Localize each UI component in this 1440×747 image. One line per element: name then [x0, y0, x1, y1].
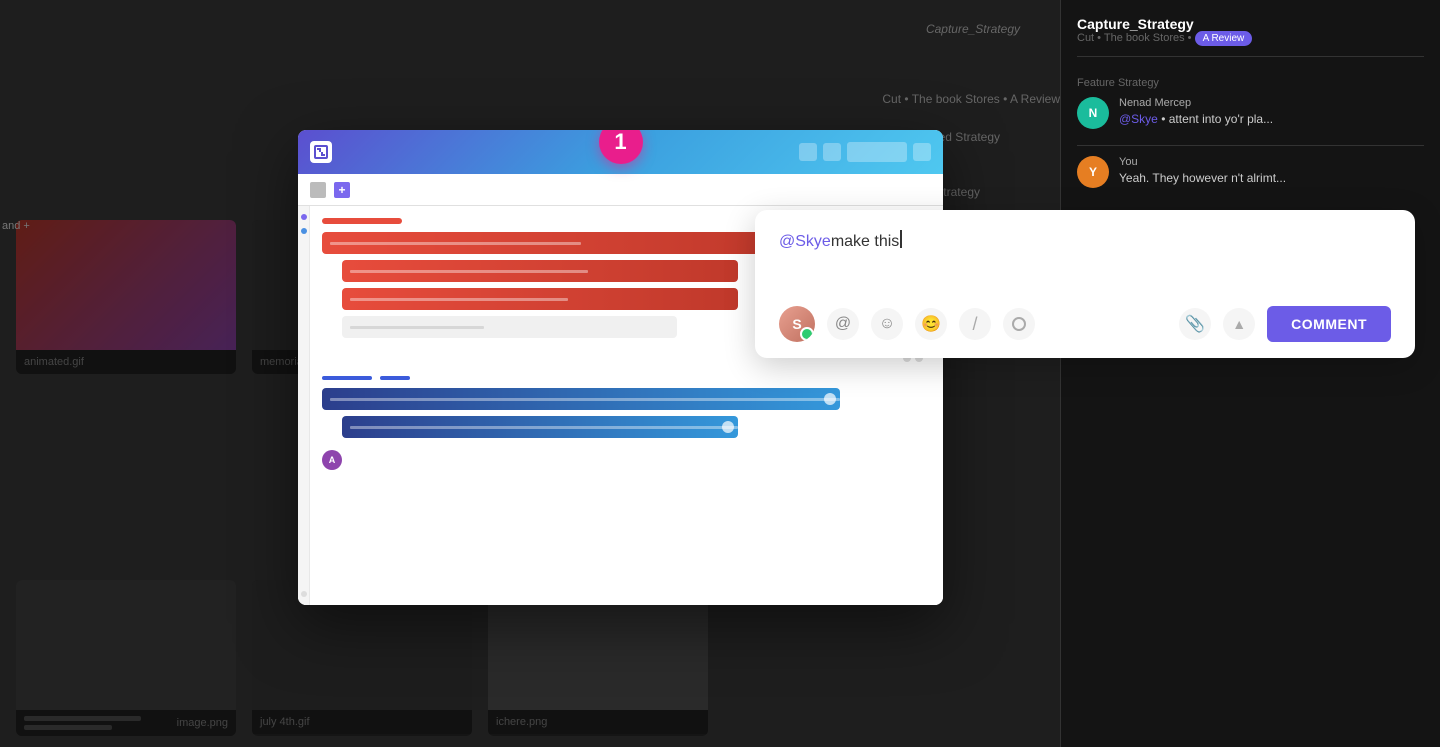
emoji-face-icon: 😊 — [921, 314, 941, 334]
purple-avatar-dot — [301, 214, 307, 220]
record-icon — [1012, 317, 1026, 331]
comment-input-display: @Skye make this — [779, 230, 1391, 290]
blue-header-line-2 — [380, 376, 410, 380]
comment-text-2: Yeah. They however n't alrimt... — [1119, 170, 1424, 187]
task-row-red-2 — [342, 260, 738, 282]
sidebar-section-label: Feature Strategy — [1077, 77, 1424, 89]
avatar-face: S — [779, 306, 815, 342]
task-row-blue-2 — [342, 416, 738, 438]
at-icon: @ — [835, 315, 851, 333]
bg-file-card: animated.gif — [16, 220, 236, 374]
grid-view-icon — [310, 182, 326, 198]
bg-file-card-3: image.png — [16, 580, 236, 736]
mention-text: @Skye — [779, 230, 831, 254]
reaction-button[interactable]: ☺ — [871, 308, 903, 340]
sidebar-header: Capture_Strategy Cut • The book Stores •… — [1077, 16, 1424, 57]
comment-entry-2: Y You Yeah. They however n't alrimt... — [1077, 156, 1424, 188]
attachment-icon: 📎 — [1185, 314, 1205, 334]
comment-toolbar[interactable]: S @ ☺ 😊 / 📎 ▲ COMMENT — [779, 306, 1391, 342]
commenter-avatar: S — [779, 306, 815, 342]
drive-icon: ▲ — [1232, 316, 1246, 332]
app-toolbar: + — [298, 174, 943, 206]
comment-content-1: Nenad Mercep @Skye • attent into yo'r pl… — [1119, 97, 1424, 128]
commenter-name-2: You — [1119, 156, 1424, 168]
sidebar-meta: Cut • The book Stores • A Review — [1077, 32, 1252, 44]
red-section-header — [322, 218, 402, 224]
sidebar-divider — [1077, 145, 1424, 146]
right-sidebar: Capture_Strategy Cut • The book Stores •… — [1060, 0, 1440, 747]
emoji-smile-icon: ☺ — [879, 315, 895, 333]
commenter-avatar-you: Y — [1077, 156, 1109, 188]
sidebar-comment-list: Feature Strategy N Nenad Mercep @Skye • … — [1077, 77, 1424, 188]
task-toggle-2 — [722, 421, 734, 433]
blue-section-header — [322, 376, 931, 380]
search-icon — [823, 143, 841, 161]
commenter-name-1: Nenad Mercep — [1119, 97, 1424, 109]
at-mention-button[interactable]: @ — [827, 308, 859, 340]
record-button[interactable] — [1003, 308, 1035, 340]
user-avatar-small: A — [322, 450, 342, 470]
comment-content-2: You Yeah. They however n't alrimt... — [1119, 156, 1424, 187]
review-badge: A Review — [1195, 31, 1253, 46]
text-cursor — [900, 230, 902, 248]
toolbar-icon-group: + — [310, 182, 350, 198]
slash-command-button[interactable]: / — [959, 308, 991, 340]
view-switcher — [847, 142, 907, 162]
add-dot — [301, 591, 307, 597]
app-preview-modal: 1 + — [298, 130, 943, 605]
blue-avatar-dot — [301, 228, 307, 234]
drive-button[interactable]: ▲ — [1223, 308, 1255, 340]
comment-entry-1: N Nenad Mercep @Skye • attent into yo'r … — [1077, 97, 1424, 129]
emoji-button[interactable]: 😊 — [915, 308, 947, 340]
comment-body-text: make this — [831, 230, 899, 254]
task-toggle-1 — [824, 393, 836, 405]
attachment-button[interactable]: 📎 — [1179, 308, 1211, 340]
comment-submit-button[interactable]: COMMENT — [1267, 306, 1391, 342]
task-row-blue-1 — [322, 388, 840, 410]
app-logo — [310, 141, 332, 163]
task-row-red-1 — [322, 232, 779, 254]
task-row-red-3 — [342, 288, 738, 310]
app-left-sidebar — [298, 206, 310, 605]
app-nav-icons — [799, 142, 931, 162]
slash-icon: / — [972, 314, 977, 335]
commenter-avatar-nenad: N — [1077, 97, 1109, 129]
comment-popup: @Skye make this S @ ☺ 😊 / — [755, 210, 1415, 358]
blue-header-line-1 — [322, 376, 372, 380]
app-footer-avatar: A — [322, 450, 931, 470]
add-icon: + — [334, 182, 350, 198]
task-row-gray-1 — [342, 316, 677, 338]
bell-icon — [799, 143, 817, 161]
sidebar-filename: Capture_Strategy — [1077, 16, 1252, 32]
grid-icon — [913, 143, 931, 161]
comment-text-1: @Skye • attent into yo'r pla... — [1119, 111, 1424, 128]
logo-icon — [314, 145, 328, 159]
